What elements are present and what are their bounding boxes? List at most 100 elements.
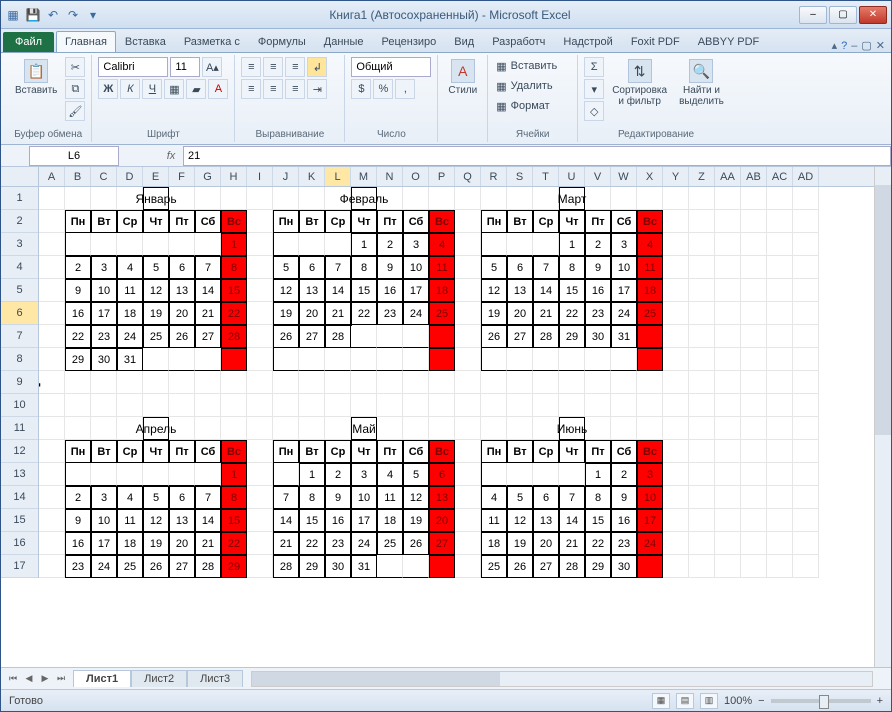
cell-P13[interactable]: 6 <box>429 463 455 486</box>
insert-cells-button[interactable]: ▦ Вставить <box>494 57 571 75</box>
cell-V2[interactable]: Пт <box>585 210 611 233</box>
cell-C15[interactable]: 10 <box>91 509 117 532</box>
fill-color-icon[interactable]: ▰ <box>186 79 206 99</box>
copy-icon[interactable]: ⧉ <box>65 79 85 99</box>
row-header-11[interactable]: 11 <box>1 417 38 440</box>
cell-J7[interactable]: 26 <box>273 325 299 348</box>
styles-button[interactable]: A Стили <box>444 57 481 98</box>
cell-J8[interactable] <box>273 348 299 371</box>
cell-O7[interactable] <box>403 325 429 348</box>
cell-U7[interactable]: 29 <box>559 325 585 348</box>
cell-C5[interactable]: 10 <box>91 279 117 302</box>
cell-E11[interactable]: Апрель <box>143 417 169 440</box>
ribbon-tab-5[interactable]: Рецензиро <box>373 31 446 52</box>
cell-Y1[interactable] <box>663 187 689 210</box>
ribbon-tab-2[interactable]: Разметка с <box>175 31 249 52</box>
cell-Q7[interactable] <box>455 325 481 348</box>
cell-P15[interactable]: 20 <box>429 509 455 532</box>
cell-X10[interactable] <box>637 394 663 417</box>
cell-B2[interactable]: Пн <box>65 210 91 233</box>
cell-S4[interactable]: 6 <box>507 256 533 279</box>
undo-icon[interactable]: ↶ <box>45 7 61 23</box>
cell-L7[interactable]: 28 <box>325 325 351 348</box>
cell-AB11[interactable] <box>741 417 767 440</box>
align-bot-icon[interactable]: ≡ <box>285 57 305 77</box>
cell-X5[interactable]: 18 <box>637 279 663 302</box>
save-icon[interactable]: 💾 <box>25 7 41 23</box>
cell-Y7[interactable] <box>663 325 689 348</box>
cell-R10[interactable] <box>481 394 507 417</box>
cell-M15[interactable]: 17 <box>351 509 377 532</box>
cell-E4[interactable]: 5 <box>143 256 169 279</box>
paste-button[interactable]: 📋 Вставить <box>11 57 61 98</box>
row-header-16[interactable]: 16 <box>1 532 38 555</box>
cell-G10[interactable] <box>195 394 221 417</box>
cell-K15[interactable]: 15 <box>299 509 325 532</box>
cell-I4[interactable] <box>247 256 273 279</box>
cell-V8[interactable] <box>585 348 611 371</box>
cell-C2[interactable]: Вт <box>91 210 117 233</box>
col-header-Y[interactable]: Y <box>663 167 689 186</box>
cell-E5[interactable]: 12 <box>143 279 169 302</box>
cell-K4[interactable]: 6 <box>299 256 325 279</box>
cell-L15[interactable]: 16 <box>325 509 351 532</box>
cell-Q2[interactable] <box>455 210 481 233</box>
cell-AB4[interactable] <box>741 256 767 279</box>
cell-C10[interactable] <box>91 394 117 417</box>
cell-R1[interactable] <box>481 187 507 210</box>
cell-B17[interactable]: 23 <box>65 555 91 578</box>
cell-G15[interactable]: 14 <box>195 509 221 532</box>
cell-U2[interactable]: Чт <box>559 210 585 233</box>
cell-G2[interactable]: Сб <box>195 210 221 233</box>
cell-H17[interactable]: 29 <box>221 555 247 578</box>
cell-K2[interactable]: Вт <box>299 210 325 233</box>
cell-T2[interactable]: Ср <box>533 210 559 233</box>
cell-D9[interactable] <box>117 371 143 394</box>
zoom-slider[interactable] <box>771 699 871 703</box>
col-header-AC[interactable]: AC <box>767 167 793 186</box>
cell-U9[interactable] <box>559 371 585 394</box>
cell-W5[interactable]: 17 <box>611 279 637 302</box>
cell-H12[interactable]: Вс <box>221 440 247 463</box>
percent-icon[interactable]: % <box>373 79 393 99</box>
cell-U5[interactable]: 15 <box>559 279 585 302</box>
cell-V3[interactable]: 2 <box>585 233 611 256</box>
cell-AD8[interactable] <box>793 348 819 371</box>
cell-Y16[interactable] <box>663 532 689 555</box>
cell-Y3[interactable] <box>663 233 689 256</box>
cell-U1[interactable]: Март <box>559 187 585 210</box>
cell-O2[interactable]: Сб <box>403 210 429 233</box>
cell-Z16[interactable] <box>689 532 715 555</box>
cell-K3[interactable] <box>299 233 325 256</box>
cell-S3[interactable] <box>507 233 533 256</box>
cell-T11[interactable] <box>533 417 559 440</box>
col-header-M[interactable]: M <box>351 167 377 186</box>
cell-K12[interactable]: Вт <box>299 440 325 463</box>
cell-M10[interactable] <box>351 394 377 417</box>
cell-AC6[interactable] <box>767 302 793 325</box>
cell-K14[interactable]: 8 <box>299 486 325 509</box>
cell-V17[interactable]: 29 <box>585 555 611 578</box>
cell-H9[interactable] <box>221 371 247 394</box>
vertical-scrollbar[interactable] <box>874 167 891 667</box>
cell-W1[interactable] <box>611 187 637 210</box>
cell-F12[interactable]: Пт <box>169 440 195 463</box>
cell-P17[interactable] <box>429 555 455 578</box>
cell-P2[interactable]: Вс <box>429 210 455 233</box>
cell-C7[interactable]: 23 <box>91 325 117 348</box>
cell-X9[interactable] <box>637 371 663 394</box>
cell-Q1[interactable] <box>455 187 481 210</box>
cell-O1[interactable] <box>403 187 429 210</box>
ribbon-tab-0[interactable]: Главная <box>56 31 116 52</box>
cell-J9[interactable] <box>273 371 299 394</box>
cell-C13[interactable] <box>91 463 117 486</box>
cells-area[interactable]: ✚ ЯнварьФевральМартПнВтСрЧтПтСбВсПнВтСрЧ… <box>39 187 874 578</box>
format-painter-icon[interactable]: 🖌 <box>65 101 85 121</box>
cell-A11[interactable] <box>39 417 65 440</box>
cell-K6[interactable]: 20 <box>299 302 325 325</box>
cell-R7[interactable]: 26 <box>481 325 507 348</box>
cell-J3[interactable] <box>273 233 299 256</box>
cell-V4[interactable]: 9 <box>585 256 611 279</box>
cell-AB12[interactable] <box>741 440 767 463</box>
cell-L10[interactable] <box>325 394 351 417</box>
